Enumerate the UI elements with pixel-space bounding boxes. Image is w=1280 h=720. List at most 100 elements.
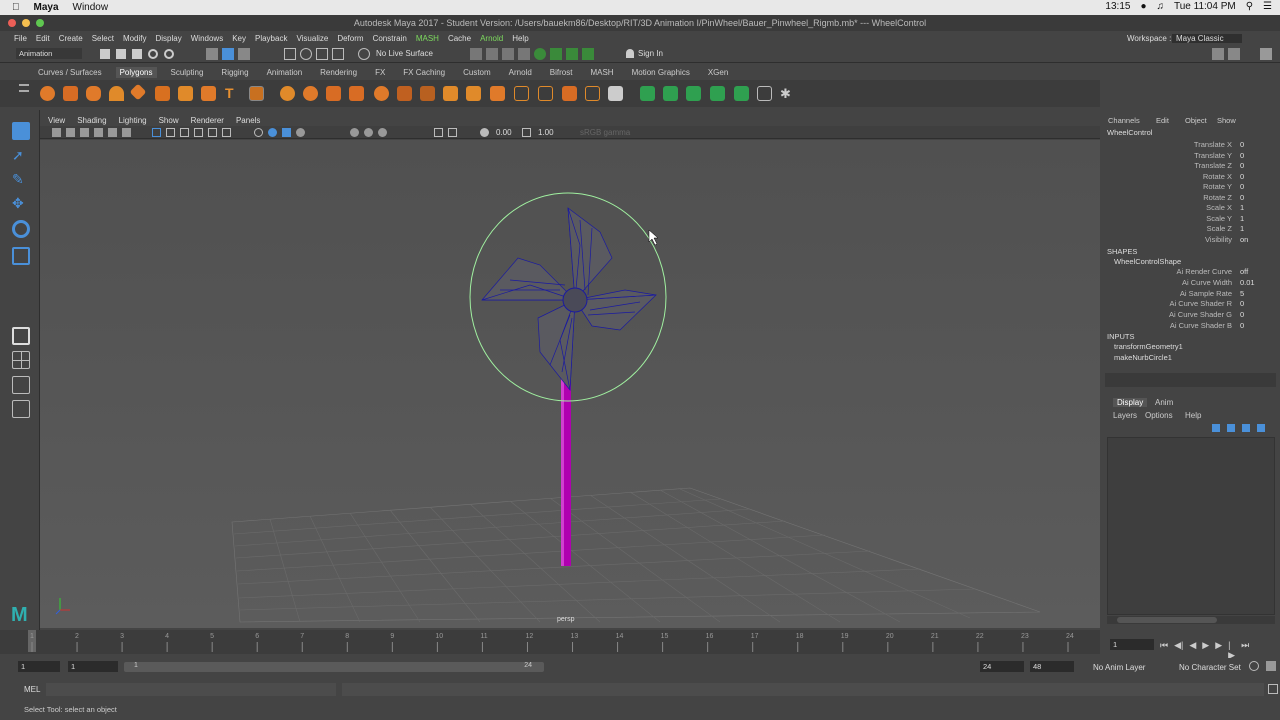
separate-icon[interactable] <box>303 86 318 101</box>
attr-row[interactable]: Scale Y1 <box>1103 214 1280 224</box>
rotate-tool-icon[interactable] <box>12 220 30 238</box>
persp-outliner-icon[interactable] <box>12 376 30 394</box>
close-button[interactable] <box>8 19 16 27</box>
combine-icon[interactable] <box>280 86 295 101</box>
layers-options-menu[interactable]: Options <box>1145 411 1173 420</box>
menu-select[interactable]: Select <box>92 34 114 43</box>
shelf-tab-fx[interactable]: FX <box>371 67 389 78</box>
layers-menu[interactable]: Layers <box>1113 411 1137 420</box>
shelf-tab-rendering[interactable]: Rendering <box>316 67 361 78</box>
viewport-menu-panels[interactable]: Panels <box>236 116 260 125</box>
viewport-menu-renderer[interactable]: Renderer <box>191 116 224 125</box>
shelf-tab-mash[interactable]: MASH <box>586 67 617 78</box>
poly-sphere-icon[interactable] <box>40 86 55 101</box>
select-component-icon[interactable] <box>238 48 250 60</box>
minimize-button[interactable] <box>22 19 30 27</box>
apple-icon[interactable]:  <box>12 2 20 13</box>
current-frame-field[interactable]: 1 <box>1110 639 1154 650</box>
exposure-icon[interactable] <box>480 128 489 137</box>
planar-map-icon[interactable] <box>538 86 553 101</box>
attr-row[interactable]: Scale X1 <box>1103 203 1280 213</box>
shape-attr-row[interactable]: Ai Curve Shader B0 <box>1103 321 1280 331</box>
user-icon[interactable] <box>626 49 634 58</box>
viewport-persp[interactable]: persp <box>40 140 1100 628</box>
new-scene-icon[interactable] <box>100 49 110 59</box>
select-object-icon[interactable] <box>222 48 234 60</box>
wifi-icon[interactable]: ● <box>1140 1 1146 12</box>
target-weld-icon[interactable] <box>490 86 505 101</box>
menu-modify[interactable]: Modify <box>123 34 147 43</box>
poly-text-icon[interactable]: T <box>225 86 240 101</box>
camera-attributes-icon[interactable] <box>66 128 75 137</box>
ipr-icon[interactable] <box>502 48 514 60</box>
cylindrical-map-icon[interactable] <box>562 86 577 101</box>
layout-icon[interactable] <box>1212 48 1224 60</box>
shelf-tab-arnold[interactable]: Arnold <box>505 67 536 78</box>
shelf-tab-rigging[interactable]: Rigging <box>217 67 252 78</box>
volume-icon[interactable]: ♫ <box>1157 1 1165 12</box>
exposure-value[interactable]: 0.00 <box>496 128 512 137</box>
scale-tool-icon[interactable] <box>12 247 30 265</box>
poly-plane-icon[interactable] <box>155 86 170 101</box>
safe-action-icon[interactable] <box>222 128 231 137</box>
clock[interactable]: Tue 11:04 PM <box>1174 1 1236 12</box>
snap-point-icon[interactable] <box>316 48 328 60</box>
tab-display[interactable]: Display <box>1113 398 1148 407</box>
hypershade-icon[interactable] <box>534 48 546 60</box>
mash-replicator-icon[interactable] <box>686 86 701 101</box>
xray-icon[interactable] <box>296 128 305 137</box>
input-node[interactable]: transformGeometry1 <box>1114 342 1183 351</box>
app-menu[interactable]: Maya <box>34 2 59 13</box>
poly-svg-icon[interactable] <box>249 86 264 101</box>
viewport-menu-view[interactable]: View <box>48 116 65 125</box>
hud-icon[interactable] <box>448 128 457 137</box>
mash-network-icon[interactable] <box>640 86 655 101</box>
shelf-tab-bifrost[interactable]: Bifrost <box>546 67 577 78</box>
wireframe-icon[interactable] <box>254 128 263 137</box>
menu-arnold[interactable]: Arnold <box>480 34 503 43</box>
tab-anim[interactable]: Anim <box>1155 398 1173 407</box>
auto-map-icon[interactable] <box>608 86 623 101</box>
attr-row[interactable]: Rotate Z0 <box>1103 193 1280 203</box>
new-layer-selected-icon[interactable] <box>1227 424 1235 432</box>
camera-select-icon[interactable] <box>52 128 61 137</box>
viewport-menu-lighting[interactable]: Lighting <box>119 116 147 125</box>
attr-row[interactable]: Scale Z1 <box>1103 224 1280 234</box>
extract-icon[interactable] <box>326 86 341 101</box>
gate-mask-icon[interactable] <box>194 128 203 137</box>
gamma-value[interactable]: 1.00 <box>538 128 554 137</box>
new-layer-icon[interactable] <box>1212 424 1220 432</box>
arnold-ipr-icon[interactable] <box>566 48 578 60</box>
menu-edit[interactable]: Edit <box>36 34 50 43</box>
anim-layer-select[interactable]: No Anim Layer <box>1093 663 1145 672</box>
preferences-icon[interactable] <box>1266 661 1276 671</box>
resolution-gate-icon[interactable] <box>180 128 189 137</box>
channels-edit-menu[interactable]: Edit <box>1156 116 1169 125</box>
poly-pipe-icon[interactable] <box>201 86 216 101</box>
panel-toggle-icon[interactable] <box>1228 48 1240 60</box>
menu-constrain[interactable]: Constrain <box>373 34 407 43</box>
attr-row[interactable]: Translate Z0 <box>1103 161 1280 171</box>
attr-row[interactable]: Rotate Y0 <box>1103 182 1280 192</box>
undo-icon[interactable] <box>148 49 158 59</box>
image-plane-icon[interactable] <box>94 128 103 137</box>
arnold-rv-icon[interactable] <box>582 48 594 60</box>
shape-attr-row[interactable]: Ai Render Curve off <box>1103 267 1280 277</box>
magnet-icon[interactable] <box>358 48 370 60</box>
attr-row[interactable]: Translate Y0 <box>1103 151 1280 161</box>
pinwheel-hub[interactable] <box>562 287 588 313</box>
isolate-select-icon[interactable] <box>434 128 443 137</box>
poly-torus-icon[interactable] <box>129 83 147 101</box>
poly-cone-icon[interactable] <box>109 86 124 101</box>
layer-list[interactable] <box>1107 437 1275 615</box>
layers-help-menu[interactable]: Help <box>1185 411 1201 420</box>
menuset-select[interactable]: Animation <box>16 48 82 59</box>
grid-toggle-icon[interactable] <box>152 128 161 137</box>
range-slider-start[interactable]: 1 <box>134 662 138 669</box>
render-settings-icon[interactable] <box>518 48 530 60</box>
live-surface-label[interactable]: No Live Surface <box>376 49 433 58</box>
poly-disc-icon[interactable] <box>178 86 193 101</box>
select-tool-icon[interactable] <box>12 122 30 140</box>
render-icon[interactable] <box>486 48 498 60</box>
bookmark-icon[interactable] <box>80 128 89 137</box>
